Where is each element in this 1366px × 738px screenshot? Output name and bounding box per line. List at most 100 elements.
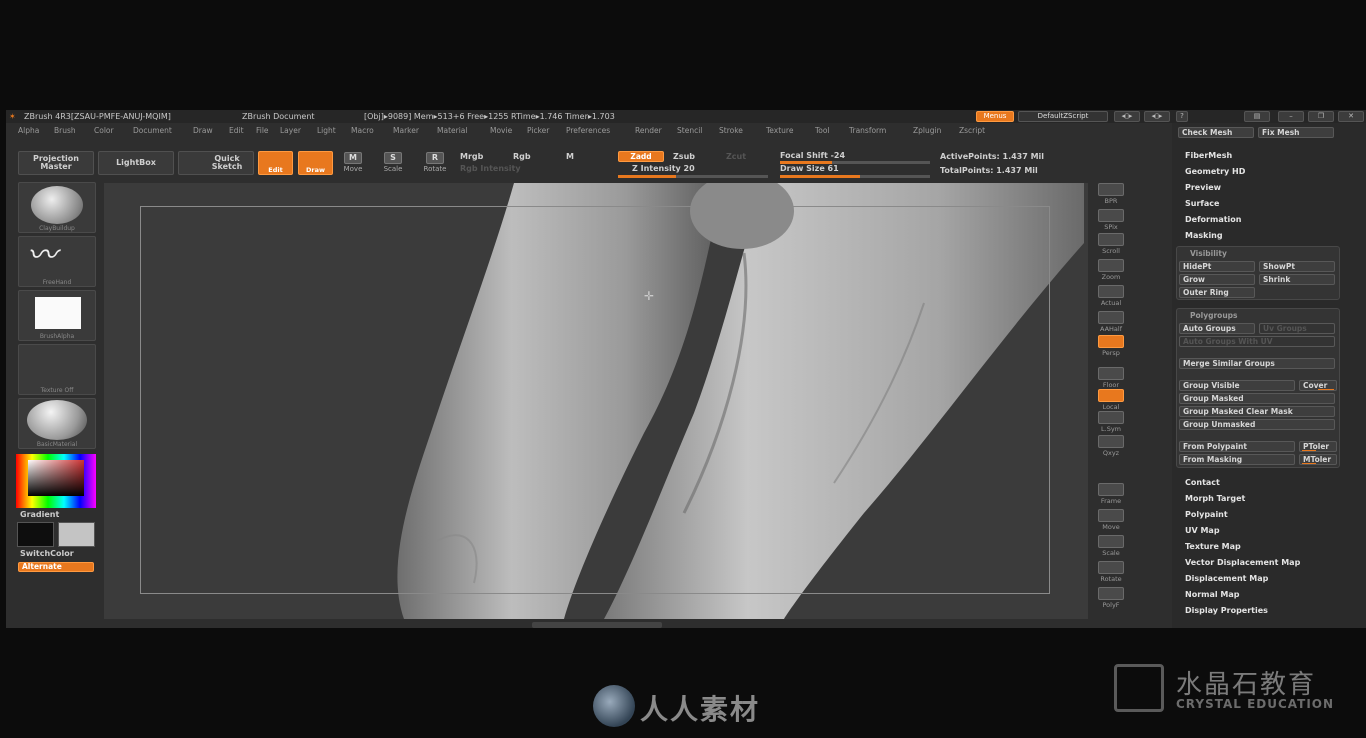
lsym-button[interactable]: L.Sym <box>1094 410 1128 436</box>
preview-menu[interactable]: Preview <box>1185 183 1221 192</box>
menu-material[interactable]: Material <box>437 125 467 137</box>
contact-menu[interactable]: Contact <box>1185 478 1220 487</box>
uv-groups-button[interactable]: Uv Groups <box>1259 323 1335 334</box>
outer-ring-button[interactable]: Outer Ring <box>1179 287 1255 298</box>
bpr-button[interactable]: BPR <box>1094 182 1128 208</box>
from-masking-button[interactable]: From Masking <box>1179 454 1295 465</box>
lightbox-button[interactable]: LightBox <box>98 151 174 175</box>
morph-target-menu[interactable]: Morph Target <box>1185 494 1245 503</box>
group-masked-button[interactable]: Group Masked <box>1179 393 1335 404</box>
quick-sketch-button[interactable]: Quick Sketch <box>178 151 254 175</box>
color-picker[interactable] <box>16 454 96 508</box>
menu-brush[interactable]: Brush <box>54 125 76 137</box>
move-mode-button[interactable]: M Move <box>336 152 370 173</box>
displacement-map-menu[interactable]: Displacement Map <box>1185 574 1268 583</box>
group-unmasked-button[interactable]: Group Unmasked <box>1179 419 1335 430</box>
rgb-toggle[interactable]: Rgb <box>513 152 531 161</box>
zsub-button[interactable]: Zsub <box>673 152 695 161</box>
switchcolor-button[interactable]: SwitchColor <box>20 549 74 558</box>
fibermesh-menu[interactable]: FiberMesh <box>1185 151 1232 160</box>
menu-picker[interactable]: Picker <box>527 125 549 137</box>
visibility-title[interactable]: Visibility <box>1190 249 1227 258</box>
merge-similar-groups-button[interactable]: Merge Similar Groups <box>1179 358 1335 369</box>
zadd-button[interactable]: Zadd <box>618 151 664 162</box>
menu-draw[interactable]: Draw <box>193 125 213 137</box>
menu-texture[interactable]: Texture <box>766 125 793 137</box>
menu-macro[interactable]: Macro <box>351 125 374 137</box>
normal-map-menu[interactable]: Normal Map <box>1185 590 1239 599</box>
menu-zscript[interactable]: Zscript <box>959 125 985 137</box>
menu-light[interactable]: Light <box>317 125 336 137</box>
default-zscript-button[interactable]: DefaultZScript <box>1018 111 1108 122</box>
aahalf-button[interactable]: AAHalf <box>1094 310 1128 336</box>
move-button[interactable]: Move <box>1094 508 1128 534</box>
shrink-button[interactable]: Shrink <box>1259 274 1335 285</box>
fix-mesh-button[interactable]: Fix Mesh <box>1258 127 1334 138</box>
menu-tool[interactable]: Tool <box>815 125 830 137</box>
auto-groups-button[interactable]: Auto Groups <box>1179 323 1255 334</box>
focal-shift-slider[interactable]: Focal Shift -24 <box>780 151 845 160</box>
masking-menu[interactable]: Masking <box>1185 231 1223 240</box>
layout-arrows-icon[interactable]: ◂▯▸ <box>1114 111 1140 122</box>
draw-size-track[interactable] <box>780 175 930 178</box>
grow-button[interactable]: Grow <box>1179 274 1255 285</box>
ptoler-slider[interactable]: PToler <box>1299 441 1337 452</box>
viewport-canvas[interactable]: ✛ <box>104 183 1088 619</box>
draw-size-slider[interactable]: Draw Size 61 <box>780 164 839 173</box>
draw-mode-button[interactable]: Draw <box>298 151 333 175</box>
bottom-tray-handle[interactable] <box>532 622 662 628</box>
z-intensity-slider[interactable]: Z Intensity 20 <box>632 164 695 173</box>
coverage-slider[interactable]: Cover <box>1299 380 1337 391</box>
mrgb-toggle[interactable]: Mrgb <box>460 152 483 161</box>
menu-preferences[interactable]: Preferences <box>566 125 610 137</box>
display-properties-menu[interactable]: Display Properties <box>1185 606 1268 615</box>
auto-groups-with-uv-button[interactable]: Auto Groups With UV <box>1179 336 1335 347</box>
scroll-button[interactable]: Scroll <box>1094 232 1128 258</box>
edit-mode-button[interactable]: Edit <box>258 151 293 175</box>
z-intensity-track[interactable] <box>618 175 768 178</box>
alternate-button[interactable]: Alternate <box>18 562 94 572</box>
actual-button[interactable]: Actual <box>1094 284 1128 310</box>
menus-button[interactable]: Menus <box>976 111 1014 122</box>
secondary-color-swatch[interactable] <box>58 522 95 547</box>
menu-render[interactable]: Render <box>635 125 662 137</box>
projection-master-button[interactable]: Projection Master <box>18 151 94 175</box>
menu-file[interactable]: File <box>256 125 269 137</box>
menu-movie[interactable]: Movie <box>490 125 512 137</box>
vector-displacement-map-menu[interactable]: Vector Displacement Map <box>1185 558 1300 567</box>
zcut-button[interactable]: Zcut <box>726 152 746 161</box>
spix-button[interactable]: SPix <box>1094 208 1128 234</box>
stroke-selector[interactable]: 〰 FreeHand <box>18 236 96 287</box>
persp-button[interactable]: Persp <box>1094 334 1128 360</box>
menu-marker[interactable]: Marker <box>393 125 419 137</box>
rotate-button[interactable]: Rotate <box>1094 560 1128 586</box>
from-polypaint-button[interactable]: From Polypaint <box>1179 441 1295 452</box>
polypaint-menu[interactable]: Polypaint <box>1185 510 1228 519</box>
help-icon[interactable]: ? <box>1176 111 1188 122</box>
alpha-selector[interactable]: BrushAlpha <box>18 290 96 341</box>
polygroups-title[interactable]: Polygroups <box>1190 311 1238 320</box>
menu-stroke[interactable]: Stroke <box>719 125 743 137</box>
gradient-label[interactable]: Gradient <box>20 510 59 519</box>
m-toggle[interactable]: M <box>566 152 574 161</box>
polyf-button[interactable]: PolyF <box>1094 586 1128 612</box>
scale-mode-button[interactable]: S Scale <box>376 152 410 173</box>
restore-icon[interactable]: ❐ <box>1308 111 1334 122</box>
geometry-hd-menu[interactable]: Geometry HD <box>1185 167 1245 176</box>
menu-transform[interactable]: Transform <box>849 125 886 137</box>
minimize-icon[interactable]: – <box>1278 111 1304 122</box>
group-masked-clear-mask-button[interactable]: Group Masked Clear Mask <box>1179 406 1335 417</box>
rotate-mode-button[interactable]: R Rotate <box>418 152 452 173</box>
frame-button[interactable]: Frame <box>1094 482 1128 508</box>
primary-color-swatch[interactable] <box>17 522 54 547</box>
surface-menu[interactable]: Surface <box>1185 199 1219 208</box>
uv-map-menu[interactable]: UV Map <box>1185 526 1220 535</box>
menu-color[interactable]: Color <box>94 125 114 137</box>
scale-button[interactable]: Scale <box>1094 534 1128 560</box>
rgb-intensity-slider[interactable]: Rgb Intensity <box>460 164 521 173</box>
layout-arrows-icon[interactable]: ◂▯▸ <box>1144 111 1170 122</box>
texture-map-menu[interactable]: Texture Map <box>1185 542 1241 551</box>
material-selector[interactable]: BasicMaterial <box>18 398 96 449</box>
menu-document[interactable]: Document <box>133 125 172 137</box>
color-square[interactable] <box>28 460 84 496</box>
